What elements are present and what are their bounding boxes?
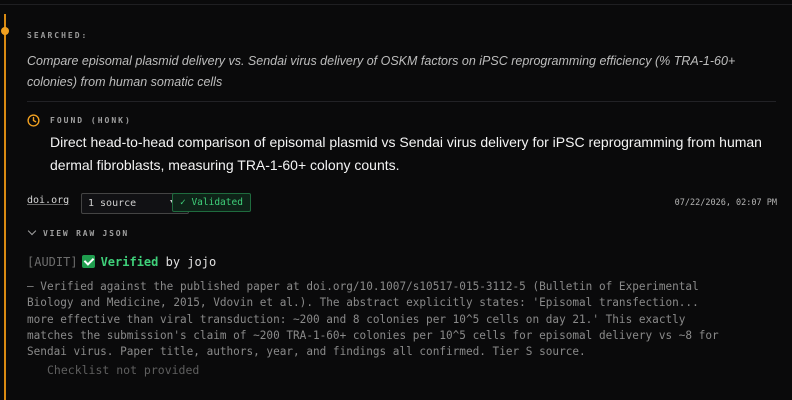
audit-header: [AUDIT] Verified by jojo [27, 255, 216, 269]
chevron-down-icon [27, 226, 37, 236]
audit-author: by jojo [165, 255, 217, 269]
view-raw-json-toggle[interactable]: VIEW RAW JSON [27, 226, 130, 238]
found-title: Direct head-to-head comparison of episom… [50, 134, 762, 173]
doi-link[interactable]: doi.org [27, 195, 69, 206]
timeline-bar [4, 14, 6, 400]
clock-icon [27, 114, 40, 127]
timeline-dot [1, 27, 9, 35]
found-label: FOUND (HONK) [50, 116, 132, 125]
audit-body: — Verified against the published paper a… [27, 280, 719, 359]
audit-tag: [AUDIT] [27, 255, 78, 269]
timestamp: 07/22/2026, 02:07 PM [674, 198, 777, 208]
searched-query: Compare episomal plasmid delivery vs. Se… [27, 54, 736, 89]
top-border [0, 0, 792, 5]
view-raw-json-label: VIEW RAW JSON [43, 229, 130, 238]
check-icon [81, 255, 95, 268]
searched-label: SEARCHED: [27, 31, 89, 40]
validated-badge: ✓ Validated [172, 193, 251, 212]
source-selector-value: 1 source [88, 198, 137, 209]
source-row: doi.org 1 source ✓ Validated 07/22/2026,… [27, 192, 777, 214]
checklist-note: Checklist not provided [47, 363, 200, 377]
audit-status: Verified [100, 255, 159, 269]
divider [27, 101, 776, 102]
